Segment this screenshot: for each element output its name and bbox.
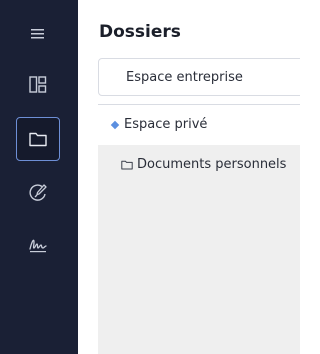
sidebar-item-folders[interactable] bbox=[16, 117, 60, 161]
dashboard-layout-icon bbox=[29, 76, 47, 93]
page-title: Dossiers bbox=[99, 22, 181, 42]
space-selector-label: Espace entreprise bbox=[126, 70, 243, 85]
sidebar-item-signature[interactable] bbox=[16, 223, 60, 267]
sidebar bbox=[0, 0, 78, 354]
folder-outline-icon bbox=[121, 160, 133, 170]
diamond-marker-icon bbox=[110, 120, 120, 130]
tree-child-item[interactable]: Documents personnels bbox=[98, 145, 300, 185]
tree-root-item[interactable]: Espace privé bbox=[98, 105, 300, 145]
sign-pen-icon bbox=[29, 184, 47, 201]
space-selector[interactable]: Espace entreprise bbox=[98, 58, 300, 96]
menu-button[interactable] bbox=[16, 12, 60, 56]
folder-icon bbox=[29, 132, 47, 147]
app-window: Dossiers Espace entreprise Espace privé … bbox=[0, 0, 300, 354]
signature-icon bbox=[29, 239, 47, 253]
main-content: Dossiers Espace entreprise Espace privé … bbox=[78, 0, 300, 354]
sidebar-item-sign[interactable] bbox=[16, 171, 60, 215]
tree-child-label: Documents personnels bbox=[137, 157, 287, 172]
hamburger-menu-icon bbox=[31, 29, 44, 39]
sidebar-item-dashboard[interactable] bbox=[16, 63, 60, 107]
folder-tree: Espace privé Documents personnels bbox=[98, 104, 300, 354]
tree-root-label: Espace privé bbox=[124, 117, 208, 132]
